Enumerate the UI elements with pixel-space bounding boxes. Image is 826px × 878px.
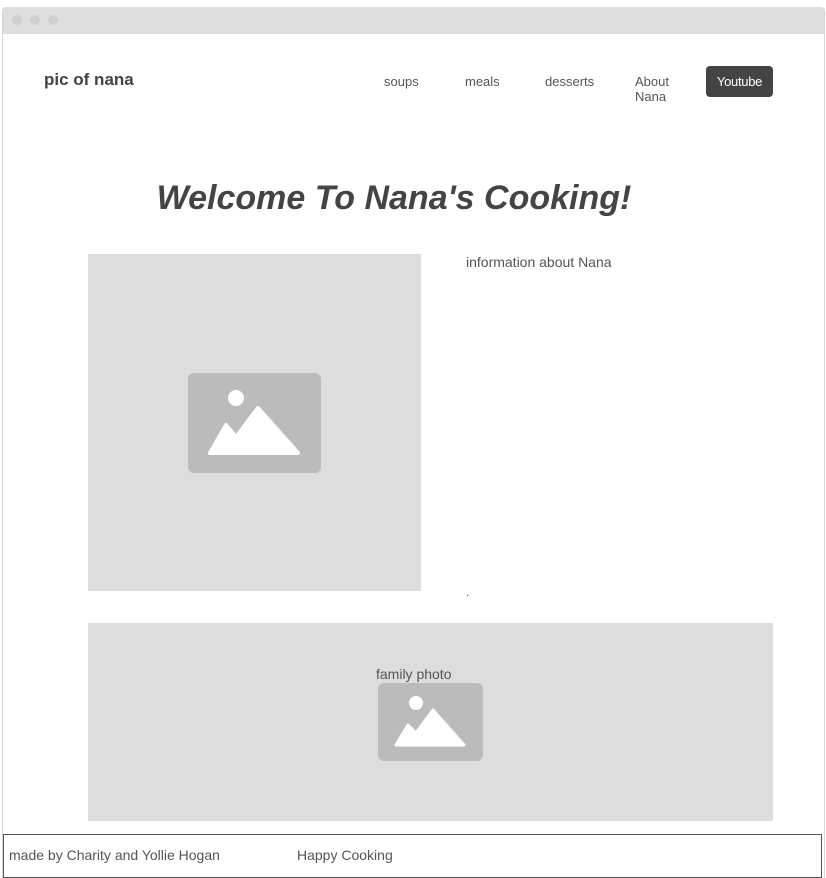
site-footer: made by Charity and Yollie Hogan Happy C… — [3, 834, 822, 878]
nav-link-meals[interactable]: meals — [465, 74, 500, 89]
page-title: Welcome To Nana's Cooking! — [156, 179, 632, 217]
window-dot-icon[interactable] — [48, 15, 58, 25]
youtube-button[interactable]: Youtube — [706, 66, 773, 97]
nana-info-text: information about Nana — [466, 254, 612, 270]
window-dot-icon[interactable] — [12, 15, 22, 25]
nav-link-soups[interactable]: soups — [384, 74, 419, 89]
family-photo: family photo — [88, 623, 773, 821]
window-dot-icon[interactable] — [30, 15, 40, 25]
image-placeholder-icon — [378, 683, 483, 761]
nav-link-desserts[interactable]: desserts — [545, 74, 594, 89]
footer-credit: made by Charity and Yollie Hogan — [9, 847, 220, 863]
site-logo[interactable]: pic of nana — [44, 70, 134, 90]
nana-photo — [88, 254, 421, 591]
nav-link-about-nana[interactable]: About Nana — [635, 74, 683, 104]
info-end-text: . — [466, 585, 470, 599]
browser-window: pic of nana soups meals desserts About N… — [2, 7, 825, 878]
footer-tagline: Happy Cooking — [297, 847, 393, 863]
family-photo-label: family photo — [376, 666, 452, 682]
window-titlebar — [3, 7, 824, 34]
image-placeholder-icon — [188, 373, 321, 473]
